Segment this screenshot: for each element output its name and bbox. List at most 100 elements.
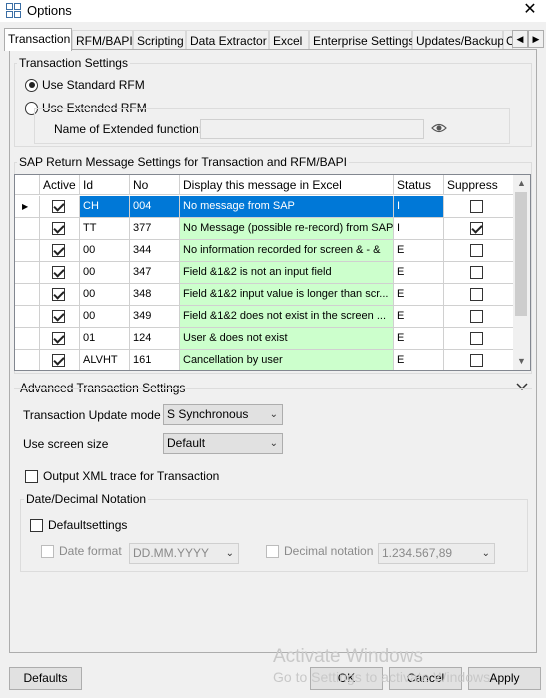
screen-size-select[interactable]: Default ⌄ (163, 433, 283, 454)
default-settings-checkbox-box[interactable] (30, 518, 43, 532)
no-cell[interactable]: 377 (130, 218, 180, 240)
id-cell[interactable]: 00 (80, 306, 130, 328)
tab-scroll-right-icon[interactable]: ▶ (528, 30, 544, 48)
suppress-cell[interactable] (444, 218, 515, 240)
radio-standard-rfm-indicator[interactable] (25, 78, 38, 92)
table-row[interactable]: 01 124 User & does not exist E (15, 328, 515, 350)
status-cell[interactable]: I (394, 196, 444, 218)
status-cell[interactable]: I (394, 218, 444, 240)
row-header[interactable] (15, 306, 40, 328)
table-row[interactable]: 00 347 Field &1&2 is not an input field E (15, 262, 515, 284)
date-format-checkbox[interactable]: Date format (41, 544, 122, 558)
scroll-up-icon[interactable]: ▲ (513, 175, 530, 192)
no-cell[interactable]: 347 (130, 262, 180, 284)
xml-trace-checkbox-box[interactable] (25, 469, 38, 483)
column-header-status[interactable]: Status (394, 175, 444, 195)
row-header[interactable] (15, 218, 40, 240)
column-header-suppress[interactable]: Suppress (444, 175, 515, 195)
table-row[interactable]: ALVHT 161 Cancellation by user E (15, 350, 515, 370)
decimal-notation-checkbox-box[interactable] (266, 544, 279, 558)
active-checkbox[interactable] (52, 222, 65, 235)
extended-function-input[interactable] (200, 119, 424, 139)
active-cell[interactable] (40, 262, 80, 284)
row-header[interactable]: ▶ (15, 196, 40, 218)
active-checkbox[interactable] (52, 244, 65, 257)
tab-scroll-left-icon[interactable]: ◀ (512, 30, 528, 48)
tab-data-extractor[interactable]: Data Extractor (186, 30, 269, 51)
id-cell[interactable]: ALVHT (80, 350, 130, 370)
column-header-message[interactable]: Display this message in Excel (180, 175, 394, 195)
tab-updates-backup[interactable]: Updates/Backup (412, 30, 504, 51)
table-row[interactable]: 00 344 No information recorded for screen … (15, 240, 515, 262)
suppress-cell[interactable] (444, 328, 515, 350)
tab-rfm-bapi[interactable]: RFM/BAPI (72, 30, 133, 51)
chevron-down-icon[interactable] (516, 383, 528, 391)
suppress-cell[interactable] (444, 350, 515, 370)
eye-icon[interactable] (431, 122, 447, 134)
active-cell[interactable] (40, 284, 80, 306)
column-header-active[interactable]: Active (40, 175, 80, 195)
scroll-down-icon[interactable]: ▼ (513, 353, 530, 370)
no-cell[interactable]: 124 (130, 328, 180, 350)
active-checkbox[interactable] (52, 200, 65, 213)
message-cell[interactable]: No information recorded for screen & - & (180, 240, 394, 262)
column-header-no[interactable]: No (130, 175, 180, 195)
defaults-button[interactable]: Defaults (9, 667, 82, 690)
no-cell[interactable]: 349 (130, 306, 180, 328)
tab-scripting[interactable]: Scripting (133, 30, 186, 51)
decimal-notation-select[interactable]: 1.234.567,89 ⌄ (378, 543, 495, 564)
table-row[interactable]: TT 377 No Message (possible re-record) fro… (15, 218, 515, 240)
scroll-thumb[interactable] (515, 192, 527, 316)
suppress-checkbox[interactable] (470, 354, 483, 367)
row-header[interactable] (15, 284, 40, 306)
no-cell[interactable]: 348 (130, 284, 180, 306)
active-cell[interactable] (40, 350, 80, 370)
no-cell[interactable]: 161 (130, 350, 180, 370)
active-checkbox[interactable] (52, 288, 65, 301)
tab-enterprise-settings[interactable]: Enterprise Settings (309, 30, 414, 51)
no-cell[interactable]: 344 (130, 240, 180, 262)
message-cell[interactable]: Field &1&2 does not exist in the screen … (180, 306, 394, 328)
tab-excel[interactable]: Excel (269, 30, 309, 51)
tab-transaction[interactable]: Transaction (4, 28, 72, 51)
row-header[interactable] (15, 262, 40, 284)
active-cell[interactable] (40, 306, 80, 328)
table-row[interactable]: 00 349 Field &1&2 does not exist in the sc… (15, 306, 515, 328)
default-settings-checkbox[interactable]: Defaultsettings (30, 518, 127, 532)
id-cell[interactable]: 01 (80, 328, 130, 350)
decimal-notation-checkbox[interactable]: Decimal notation (266, 544, 373, 558)
message-cell[interactable]: Cancellation by user (180, 350, 394, 370)
active-cell[interactable] (40, 328, 80, 350)
suppress-cell[interactable] (444, 196, 515, 218)
id-cell[interactable]: 00 (80, 262, 130, 284)
suppress-cell[interactable] (444, 284, 515, 306)
suppress-cell[interactable] (444, 240, 515, 262)
row-header[interactable] (15, 350, 40, 370)
suppress-checkbox[interactable] (470, 332, 483, 345)
message-cell[interactable]: No message from SAP (180, 196, 394, 218)
date-format-checkbox-box[interactable] (41, 544, 54, 558)
suppress-checkbox[interactable] (470, 266, 483, 279)
id-cell[interactable]: TT (80, 218, 130, 240)
suppress-checkbox[interactable] (470, 288, 483, 301)
close-icon[interactable]: ✕ (514, 0, 546, 22)
no-cell[interactable]: 004 (130, 196, 180, 218)
table-row[interactable]: ▶ CH 004 No message from SAP I (15, 196, 515, 218)
status-cell[interactable]: E (394, 306, 444, 328)
id-cell[interactable]: 00 (80, 284, 130, 306)
suppress-checkbox[interactable] (470, 310, 483, 323)
status-cell[interactable]: E (394, 262, 444, 284)
message-cell[interactable]: No Message (possible re-record) from SAP (180, 218, 394, 240)
id-cell[interactable]: CH (80, 196, 130, 218)
active-checkbox[interactable] (52, 332, 65, 345)
suppress-checkbox[interactable] (470, 222, 483, 235)
table-row[interactable]: 00 348 Field &1&2 input value is longer th… (15, 284, 515, 306)
message-cell[interactable]: Field &1&2 is not an input field (180, 262, 394, 284)
row-header[interactable] (15, 328, 40, 350)
id-cell[interactable]: 00 (80, 240, 130, 262)
active-checkbox[interactable] (52, 310, 65, 323)
active-checkbox[interactable] (52, 354, 65, 367)
message-cell[interactable]: User & does not exist (180, 328, 394, 350)
column-header-id[interactable]: Id (80, 175, 130, 195)
date-format-select[interactable]: DD.MM.YYYY ⌄ (129, 543, 239, 564)
